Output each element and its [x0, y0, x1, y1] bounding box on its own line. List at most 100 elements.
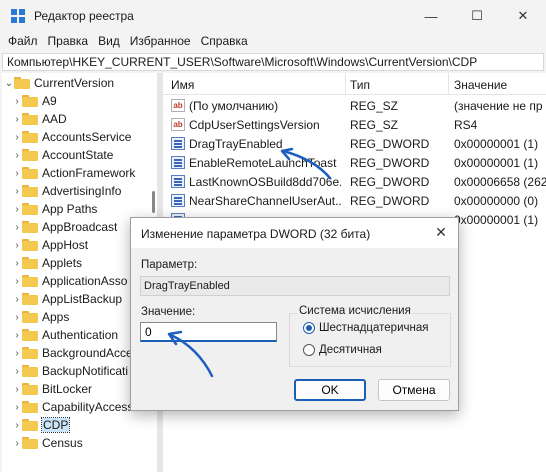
value-name: NearShareChannelUserAut... [189, 194, 341, 208]
dialog-title: Изменение параметра DWORD (32 бита) [141, 227, 371, 241]
value-type: REG_DWORD [350, 137, 430, 151]
value-name: (По умолчанию) [189, 99, 279, 113]
regedit-app-icon [11, 9, 25, 23]
folder-icon [22, 401, 38, 413]
column-header-name[interactable]: Имя [171, 78, 194, 92]
dword-value-icon [171, 156, 185, 169]
column-header-value[interactable]: Значение [454, 78, 507, 92]
chevron-right-icon[interactable]: › [12, 186, 22, 197]
chevron-right-icon[interactable]: › [12, 420, 22, 431]
value-label: Значение: [141, 306, 196, 318]
chevron-right-icon[interactable]: › [12, 258, 22, 269]
tree-item[interactable]: › Census [12, 434, 157, 452]
chevron-right-icon[interactable]: › [12, 294, 22, 305]
value-name: EnableRemoteLaunchToast [189, 156, 337, 170]
value-row[interactable]: EnableRemoteLaunchToast REG_DWORD 0x000000… [163, 154, 546, 173]
chevron-right-icon[interactable]: › [12, 348, 22, 359]
maximize-button[interactable]: ☐ [454, 0, 500, 32]
menu-view[interactable]: Вид [98, 32, 128, 52]
value-type: REG_SZ [350, 118, 399, 132]
folder-icon [22, 275, 38, 287]
chevron-right-icon[interactable]: › [12, 384, 22, 395]
tree-item-label: Census [42, 436, 83, 450]
menu-edit[interactable]: Правка [48, 32, 97, 52]
value-row[interactable]: LastKnownOSBuild8dd706e... REG_DWORD 0x000… [163, 173, 546, 192]
chevron-down-icon[interactable]: ⌄ [4, 78, 14, 89]
value-row[interactable]: NearShareChannelUserAut... REG_DWORD 0x000… [163, 192, 546, 211]
dialog-close-button[interactable]: ✕ [432, 224, 450, 242]
column-divider[interactable] [448, 73, 449, 95]
title-bar: Редактор реестра — ☐ ✕ [0, 0, 546, 32]
chevron-right-icon[interactable]: › [12, 240, 22, 251]
dword-value-icon [171, 137, 185, 150]
radix-group-title: Система исчисления [297, 305, 413, 317]
tree-item-label: Apps [42, 310, 70, 324]
radio-decimal[interactable]: Десятичная [303, 344, 382, 356]
value-name: LastKnownOSBuild8dd706e... [189, 175, 341, 189]
tree-item[interactable]: › A9 [12, 92, 157, 110]
value-data: (значение не пр [454, 99, 543, 113]
menu-help[interactable]: Справка [201, 32, 256, 52]
value-data: 0x00000001 (1) [454, 156, 539, 170]
folder-icon [22, 149, 38, 161]
radio-selected-icon [303, 322, 315, 334]
minimize-button[interactable]: — [408, 0, 454, 32]
radio-hexadecimal[interactable]: Шестнадцатеричная [303, 322, 428, 334]
chevron-right-icon[interactable]: › [12, 438, 22, 449]
value-row[interactable]: DragTrayEnabled REG_DWORD 0x00000001 (1) [163, 135, 546, 154]
tree-item[interactable]: › CDP [12, 416, 157, 434]
tree-item-label: AppListBackup [42, 292, 123, 306]
chevron-right-icon[interactable]: › [12, 96, 22, 107]
tree-item-currentversion[interactable]: ⌄ CurrentVersion [4, 74, 150, 92]
menu-favorites[interactable]: Избранное [130, 32, 199, 52]
chevron-right-icon[interactable]: › [12, 114, 22, 125]
folder-icon [22, 419, 38, 431]
tree-item[interactable]: › AccountState [12, 146, 157, 164]
tree-item[interactable]: › AAD [12, 110, 157, 128]
value-input[interactable] [140, 322, 277, 342]
folder-icon [22, 293, 38, 305]
folder-icon [22, 203, 38, 215]
value-type: REG_DWORD [350, 175, 430, 189]
dword-value-icon [171, 175, 185, 188]
column-header-type[interactable]: Тип [350, 78, 370, 92]
close-button[interactable]: ✕ [500, 0, 546, 32]
column-divider[interactable] [345, 73, 346, 95]
folder-icon [22, 95, 38, 107]
parameter-label: Параметр: [141, 259, 198, 271]
value-type: REG_DWORD [350, 194, 430, 208]
chevron-right-icon[interactable]: › [12, 168, 22, 179]
ok-button[interactable]: OK [294, 379, 366, 401]
tree-item-label: ApplicationAsso [42, 274, 128, 288]
value-data: 0x00000001 (1) [454, 137, 539, 151]
tree-scrollbar-thumb[interactable] [152, 191, 155, 213]
string-value-icon: ab [171, 99, 185, 112]
tree-item[interactable]: › App Paths [12, 200, 157, 218]
tree-item[interactable]: › AdvertisingInfo [12, 182, 157, 200]
chevron-right-icon[interactable]: › [12, 222, 22, 233]
tree-item[interactable]: › ActionFramework [12, 164, 157, 182]
cancel-button[interactable]: Отмена [378, 379, 450, 401]
tree-item-label: BackgroundAcce [42, 346, 133, 360]
window-title: Редактор реестра [34, 9, 134, 23]
value-row[interactable]: ab CdpUserSettingsVersion REG_SZ RS4 [163, 116, 546, 135]
menu-file[interactable]: Файл [8, 32, 46, 52]
dialog-title-bar: Изменение параметра DWORD (32 бита) ✕ [131, 218, 458, 248]
address-bar[interactable]: Компьютер\HKEY_CURRENT_USER\Software\Mic… [2, 53, 544, 71]
tree-item[interactable]: › AccountsService [12, 128, 157, 146]
folder-icon [22, 329, 38, 341]
chevron-right-icon[interactable]: › [12, 312, 22, 323]
edit-dword-dialog: Изменение параметра DWORD (32 бита) ✕ Па… [130, 217, 459, 411]
chevron-right-icon[interactable]: › [12, 276, 22, 287]
chevron-right-icon[interactable]: › [12, 132, 22, 143]
chevron-right-icon[interactable]: › [12, 204, 22, 215]
dword-value-icon [171, 194, 185, 207]
chevron-right-icon[interactable]: › [12, 330, 22, 341]
chevron-right-icon[interactable]: › [12, 150, 22, 161]
tree-item-label: AppHost [42, 238, 89, 252]
value-row[interactable]: ab (По умолчанию) REG_SZ (значение не пр [163, 97, 546, 116]
tree-item-label: BackupNotificati [42, 364, 129, 378]
chevron-right-icon[interactable]: › [12, 366, 22, 377]
menu-bar: Файл Правка Вид Избранное Справка [0, 32, 546, 52]
chevron-right-icon[interactable]: › [12, 402, 22, 413]
